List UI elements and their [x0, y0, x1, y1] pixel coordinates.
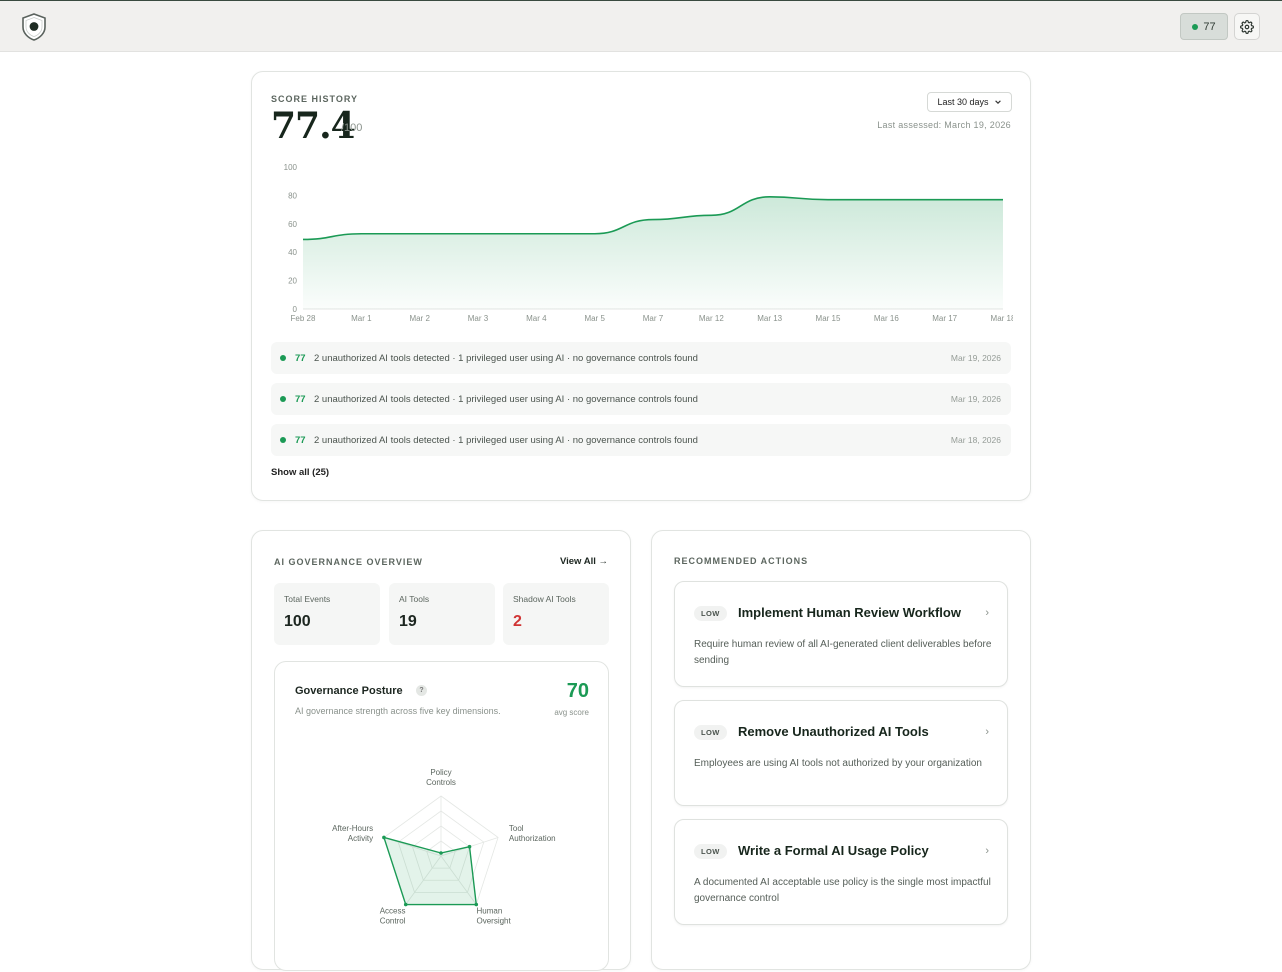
x-tick-label: Mar 2: [409, 314, 430, 323]
posture-subtitle: AI governance strength across five key d…: [295, 706, 501, 716]
stat-label: Total Events: [284, 594, 331, 604]
y-tick-label: 60: [288, 220, 297, 229]
action-card[interactable]: LOW Implement Human Review Workflow › Re…: [674, 581, 1008, 687]
status-dot-icon: [280, 437, 286, 443]
action-title: Remove Unauthorized AI Tools: [738, 724, 929, 739]
last-assessed-text: Last assessed: March 19, 2026: [877, 120, 1011, 130]
chevron-down-icon: [994, 100, 1001, 104]
radar-axis-label: Access Control: [380, 906, 406, 925]
posture-title: Governance Posture: [295, 685, 403, 697]
event-description: 2 unauthorized AI tools detected · 1 pri…: [314, 393, 698, 405]
score-badge-value: 77: [1203, 20, 1216, 33]
radar-point: [467, 844, 472, 849]
stat-shadow-ai-tools: Shadow AI Tools 2: [503, 583, 609, 645]
action-title: Implement Human Review Workflow: [738, 605, 961, 620]
governance-posture-panel: Governance Posture ? AI governance stren…: [274, 661, 609, 971]
show-all-link[interactable]: Show all (25): [271, 467, 329, 478]
status-dot-icon: [280, 396, 286, 402]
recommended-actions-card: RECOMMENDED ACTIONS LOW Implement Human …: [651, 530, 1031, 970]
score-badge-button[interactable]: 77: [1180, 13, 1228, 40]
x-tick-label: Mar 16: [874, 314, 899, 323]
action-description: Require human review of all AI-generated…: [694, 639, 992, 666]
event-description: 2 unauthorized AI tools detected · 1 pri…: [314, 352, 698, 364]
radar-point: [382, 835, 386, 840]
x-tick-label: Mar 4: [526, 314, 547, 323]
event-score: 77: [295, 393, 306, 405]
posture-avg-score: 70: [566, 680, 589, 702]
action-title: Write a Formal AI Usage Policy: [738, 843, 929, 858]
stat-value: 2: [513, 613, 522, 630]
governance-radar-chart: Policy Controls Tool Authorization Human Over…: [332, 768, 556, 926]
x-tick-label: Feb 28: [291, 314, 316, 323]
stat-value: 100: [284, 613, 311, 630]
stat-ai-tools: AI Tools 19: [389, 583, 495, 645]
priority-badge: LOW: [694, 606, 727, 621]
x-tick-label: Mar 7: [643, 314, 664, 323]
y-tick-label: 80: [288, 191, 297, 200]
governance-overview-heading: AI GOVERNANCE OVERVIEW: [274, 557, 423, 567]
score-max: /100: [341, 122, 363, 134]
x-tick-label: Mar 13: [757, 314, 782, 323]
shield-logo-icon[interactable]: [21, 13, 47, 41]
status-dot-icon: [280, 355, 286, 361]
action-card[interactable]: LOW Remove Unauthorized AI Tools › Emplo…: [674, 700, 1008, 806]
x-tick-label: Mar 3: [468, 314, 489, 323]
event-date: Mar 19, 2026: [950, 353, 1001, 363]
event-row[interactable]: 77 2 unauthorized AI tools detected · 1 …: [271, 424, 1011, 456]
status-dot-icon: [1192, 23, 1199, 30]
governance-overview-card: AI GOVERNANCE OVERVIEW View All → Total …: [251, 530, 631, 971]
chevron-right-icon: ›: [985, 845, 989, 857]
score-area: [303, 196, 1003, 309]
event-date: Mar 18, 2026: [950, 435, 1001, 445]
score-history-heading: SCORE HISTORY: [271, 94, 359, 104]
radar-point: [439, 851, 443, 855]
x-tick-label: Mar 1: [351, 314, 372, 323]
posture-avg-label: avg score: [554, 708, 589, 717]
stat-label: Shadow AI Tools: [513, 594, 576, 604]
top-bar: 77: [0, 0, 1282, 52]
radar-axis-label: Human Oversight: [476, 906, 511, 925]
date-range-label: Last 30 days: [937, 97, 989, 107]
help-icon[interactable]: ?: [416, 685, 427, 696]
chevron-right-icon: ›: [985, 726, 989, 738]
stat-label: AI Tools: [399, 594, 430, 604]
date-range-select[interactable]: Last 30 days: [927, 92, 1012, 112]
stat-value: 19: [399, 613, 417, 630]
radar-axis-label: After-Hours Activity: [332, 824, 373, 843]
action-description: A documented AI acceptable use policy is…: [694, 877, 991, 904]
x-tick-label: Mar 12: [699, 314, 724, 323]
x-tick-label: Mar 18: [991, 314, 1013, 323]
recommended-actions-heading: RECOMMENDED ACTIONS: [674, 556, 809, 566]
radar-axis-label: Tool Authorization: [509, 824, 556, 843]
event-score: 77: [295, 352, 306, 364]
action-description: Employees are using AI tools not authori…: [694, 758, 982, 769]
chevron-right-icon: ›: [985, 607, 989, 619]
priority-badge: LOW: [694, 725, 727, 740]
x-tick-label: Mar 17: [932, 314, 957, 323]
y-tick-label: 40: [288, 248, 297, 257]
event-row[interactable]: 77 2 unauthorized AI tools detected · 1 …: [271, 342, 1011, 374]
y-tick-label: 0: [293, 305, 298, 314]
score-history-chart: 0 20 40 60 80 100 Feb 28 Mar 1 Mar 2 Mar 3 Mar 4 Ma…: [284, 163, 1013, 323]
gear-icon: [1240, 19, 1254, 34]
event-row[interactable]: 77 2 unauthorized AI tools detected · 1 …: [271, 383, 1011, 415]
radar-axis-label: Policy Controls: [426, 768, 456, 787]
x-tick-label: Mar 5: [584, 314, 605, 323]
priority-badge: LOW: [694, 844, 727, 859]
settings-button[interactable]: [1234, 13, 1260, 40]
y-tick-label: 20: [288, 277, 297, 286]
event-score: 77: [295, 434, 306, 446]
view-all-link[interactable]: View All →: [560, 556, 608, 567]
stat-total-events: Total Events 100: [274, 583, 380, 645]
action-card[interactable]: LOW Write a Formal AI Usage Policy › A d…: [674, 819, 1008, 925]
y-tick-label: 100: [284, 163, 298, 172]
radar-score-area: [383, 836, 477, 906]
x-tick-label: Mar 15: [816, 314, 841, 323]
score-history-card: SCORE HISTORY 77.4 /100 Last 30 days Las…: [251, 71, 1031, 501]
event-date: Mar 19, 2026: [950, 394, 1001, 404]
event-description: 2 unauthorized AI tools detected · 1 pri…: [314, 434, 698, 446]
